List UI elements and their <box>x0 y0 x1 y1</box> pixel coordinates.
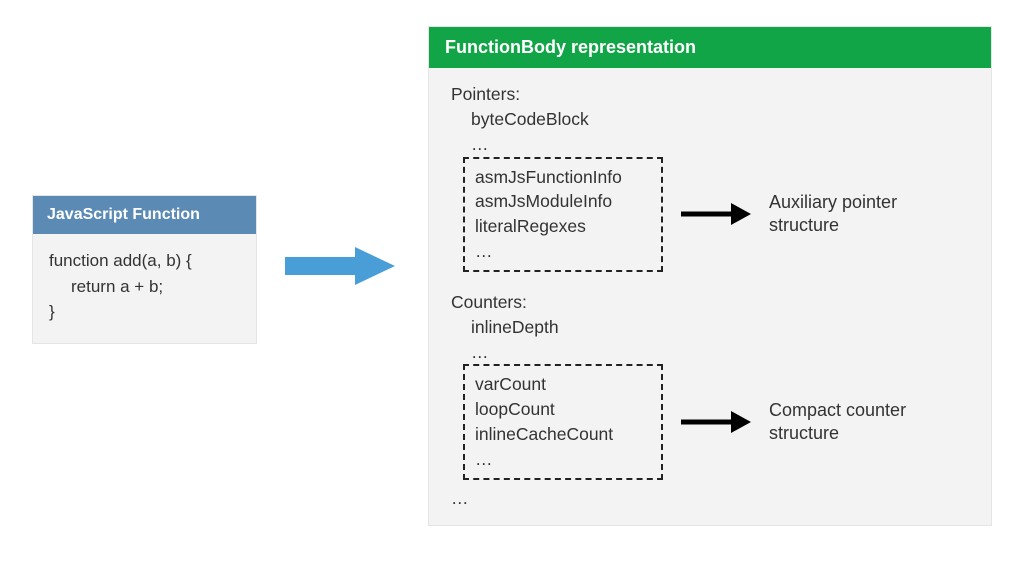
functionbody-header: FunctionBody representation <box>429 27 991 68</box>
functionbody-panel: FunctionBody representation Pointers: by… <box>428 26 992 526</box>
pointers-arrow-label: Auxiliary pointer structure <box>769 191 897 238</box>
code-line-1: function add(a, b) { <box>49 248 240 274</box>
js-function-header: JavaScript Function <box>33 196 256 234</box>
counters-arrow-label-2: structure <box>769 422 906 445</box>
counters-box-ellipsis: … <box>475 447 625 472</box>
js-function-panel: JavaScript Function function add(a, b) {… <box>32 195 257 344</box>
pointers-ellipsis: … <box>451 132 973 157</box>
pointers-dashed-box: asmJsFunctionInfo asmJsModuleInfo litera… <box>463 157 663 272</box>
pointers-box-item-2: asmJsModuleInfo <box>475 189 625 214</box>
pointers-item-1: byteCodeBlock <box>451 107 973 132</box>
arrow-small-icon <box>681 408 751 436</box>
pointers-label: Pointers: <box>451 82 973 107</box>
counters-box-item-1: varCount <box>475 372 625 397</box>
counters-arrow-label-1: Compact counter <box>769 399 906 422</box>
pointers-row: asmJsFunctionInfo asmJsModuleInfo litera… <box>451 157 973 272</box>
arrow-small-icon <box>681 200 751 228</box>
code-line-3: } <box>49 299 240 325</box>
pointers-arrow-label-2: structure <box>769 214 897 237</box>
arrow-right-icon <box>285 247 395 285</box>
body-ellipsis: … <box>451 480 973 511</box>
pointers-box-ellipsis: … <box>475 239 625 264</box>
counters-box-item-2: loopCount <box>475 397 625 422</box>
js-function-body: function add(a, b) { return a + b; } <box>33 234 256 343</box>
pointers-box-item-1: asmJsFunctionInfo <box>475 165 625 190</box>
counters-arrow-label: Compact counter structure <box>769 399 906 446</box>
counters-row: varCount loopCount inlineCacheCount … Co… <box>451 364 973 479</box>
counters-item-1: inlineDepth <box>451 315 973 340</box>
counters-ellipsis: … <box>451 340 973 365</box>
pointers-arrow-label-1: Auxiliary pointer <box>769 191 897 214</box>
counters-label: Counters: <box>451 290 973 315</box>
code-line-2: return a + b; <box>49 274 240 300</box>
js-function-title: JavaScript Function <box>47 206 200 223</box>
counters-box-item-3: inlineCacheCount <box>475 422 625 447</box>
functionbody-title: FunctionBody representation <box>445 37 696 57</box>
pointers-box-item-3: literalRegexes <box>475 214 625 239</box>
functionbody-body: Pointers: byteCodeBlock … asmJsFunctionI… <box>429 68 991 525</box>
counters-dashed-box: varCount loopCount inlineCacheCount … <box>463 364 663 479</box>
